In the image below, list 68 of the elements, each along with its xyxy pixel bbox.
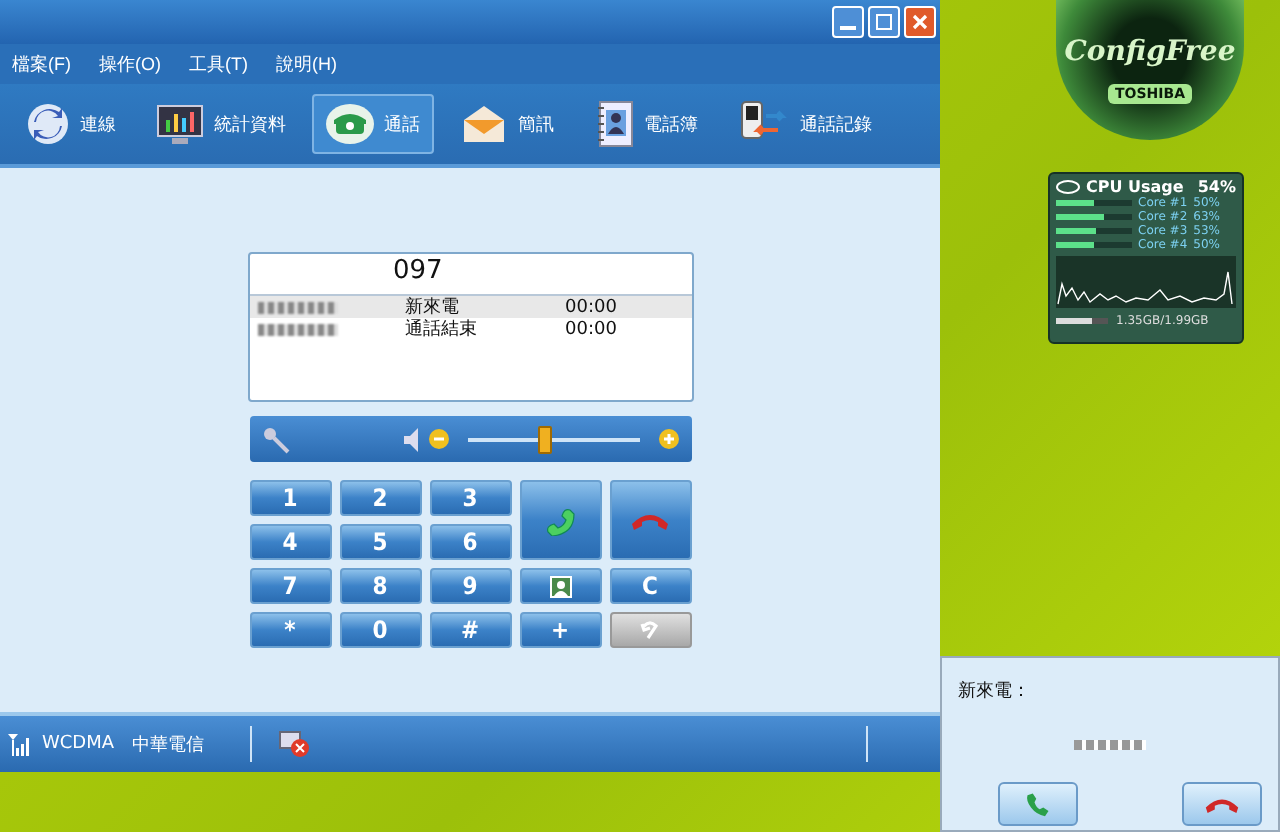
maximize-button[interactable]	[868, 6, 900, 38]
keypad-key[interactable]: 2	[339, 480, 421, 516]
obscured-number	[257, 323, 337, 335]
call-status: 通話結束	[405, 317, 479, 342]
carrier-name: 中華電信	[132, 733, 205, 757]
menu-item[interactable]: 工具(T)	[189, 51, 248, 77]
brand-text: ConfigFree	[1064, 36, 1236, 68]
keypad-key[interactable]: C	[609, 568, 691, 604]
menu-item[interactable]: 說明(H)	[276, 51, 337, 77]
monitor-chart-icon	[156, 102, 204, 146]
call-entry[interactable]: 通話結束 00:00	[249, 318, 691, 340]
answer-button[interactable]	[998, 782, 1078, 826]
keypad-key[interactable]: 1	[249, 480, 331, 516]
call-time: 00:00	[565, 319, 617, 339]
phone-handset-icon	[1024, 790, 1052, 818]
decline-button[interactable]	[1182, 782, 1262, 826]
maximize-icon	[876, 14, 892, 30]
obscured-number	[257, 301, 337, 313]
slider-thumb[interactable]	[538, 425, 553, 453]
cpu-title: CPU Usage	[1086, 178, 1184, 196]
menu-item[interactable]: 檔案(F)	[12, 51, 71, 77]
contact-card-icon	[549, 575, 571, 597]
keypad-key[interactable]: 6	[429, 524, 511, 560]
keypad-key[interactable]: 4	[249, 524, 331, 560]
keypad-key[interactable]	[519, 480, 601, 560]
call-time: 00:00	[565, 297, 617, 317]
chip-logo-icon	[1056, 180, 1080, 194]
keypad-key[interactable]: 8	[339, 568, 421, 604]
microphone-icon	[261, 425, 289, 453]
keypad-key[interactable]	[609, 480, 691, 560]
keypad-key[interactable]: *	[249, 612, 331, 648]
keypad-key[interactable]	[519, 568, 601, 604]
phone-handset-icon	[544, 504, 576, 536]
call-entry[interactable]: 新來電 00:00	[249, 296, 691, 318]
keypad-key[interactable]: 7	[249, 568, 331, 604]
keypad-key[interactable]: 9	[429, 568, 511, 604]
signal-icon	[8, 733, 32, 755]
minimize-button[interactable]	[832, 6, 864, 38]
popup-title: 新來電：	[958, 679, 1032, 704]
address-book-icon	[594, 100, 634, 148]
envelope-icon	[460, 102, 508, 146]
toolbar-tab[interactable]: 電話簿	[580, 90, 712, 158]
toolbar-tab[interactable]: 通話	[312, 94, 434, 154]
obscured-number	[1074, 740, 1146, 750]
plus-icon[interactable]	[657, 428, 679, 450]
hang-up-icon	[1204, 794, 1240, 814]
hang-up-icon	[630, 510, 670, 530]
menu-item[interactable]: 操作(O)	[99, 51, 161, 77]
toolbar-tab[interactable]: 連線	[12, 92, 130, 156]
toolbar-tab[interactable]: 通話記錄	[724, 90, 886, 158]
cpu-total: 54%	[1197, 178, 1236, 196]
keypad-key[interactable]: #	[429, 612, 511, 648]
speaker-icon	[403, 427, 421, 451]
keypad-key[interactable]: 0	[339, 612, 421, 648]
keypad-key[interactable]: +	[519, 612, 601, 648]
close-icon	[912, 14, 928, 30]
call-status: 新來電	[405, 295, 461, 319]
close-button[interactable]	[904, 6, 936, 38]
keypad-key[interactable]: 5	[339, 524, 421, 560]
disconnected-icon	[278, 730, 311, 758]
keypad-key[interactable]: 3	[429, 480, 511, 516]
toolbar-tab[interactable]: 簡訊	[446, 92, 568, 156]
refresh-icon	[26, 102, 70, 146]
network-type: WCDMA	[42, 734, 115, 754]
telephone-icon	[326, 104, 374, 144]
toolbar-tab[interactable]: 統計資料	[142, 92, 300, 156]
minus-icon[interactable]	[427, 428, 449, 450]
backspace-icon	[640, 620, 660, 640]
